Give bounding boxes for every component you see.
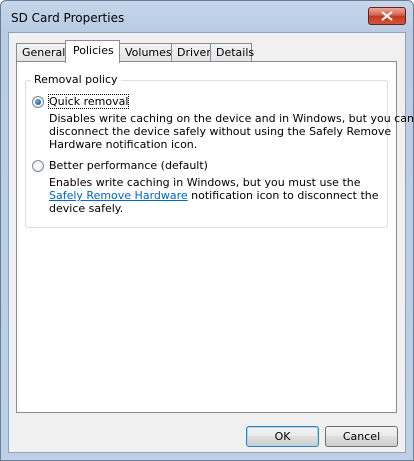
tab-label: Details bbox=[216, 46, 255, 59]
quick-removal-description: Disables write caching on the device and… bbox=[49, 112, 414, 151]
cancel-button[interactable]: Cancel bbox=[325, 426, 398, 447]
properties-window: SD Card Properties General Policies Volu… bbox=[0, 0, 414, 461]
window-title: SD Card Properties bbox=[11, 11, 125, 25]
description-line: disconnect the device safely without usi… bbox=[49, 125, 392, 138]
tab-label: Volumes bbox=[125, 46, 172, 59]
policies-tab-panel: Removal policy Quick removal Disables wr… bbox=[16, 61, 414, 413]
tab-strip: General Policies Volumes Driver Details bbox=[16, 40, 396, 63]
quick-removal-label[interactable]: Quick removal bbox=[47, 94, 130, 109]
tab-driver[interactable]: Driver bbox=[171, 43, 211, 62]
ok-button[interactable]: OK bbox=[246, 426, 319, 447]
better-performance-description: Enables write caching in Windows, but yo… bbox=[49, 176, 389, 215]
tab-details[interactable]: Details bbox=[210, 43, 255, 62]
title-bar[interactable]: SD Card Properties bbox=[1, 1, 413, 33]
description-line: Enables write caching in Windows, but yo… bbox=[49, 176, 361, 189]
description-line: Safely Remove Hardware notification icon… bbox=[49, 189, 389, 202]
dialog-client-area: General Policies Volumes Driver Details … bbox=[8, 32, 414, 453]
close-button[interactable] bbox=[368, 7, 406, 25]
tab-label: General bbox=[22, 46, 66, 59]
group-label: Removal policy bbox=[31, 73, 121, 86]
better-performance-label[interactable]: Better performance (default) bbox=[49, 159, 208, 172]
tab-general[interactable]: General bbox=[16, 43, 66, 62]
description-line: device safely. bbox=[49, 202, 124, 215]
tab-label: Policies bbox=[73, 44, 114, 57]
better-performance-radio[interactable] bbox=[32, 160, 44, 172]
description-line: Hardware notification icon. bbox=[49, 138, 198, 151]
tab-volumes[interactable]: Volumes bbox=[119, 43, 172, 62]
quick-removal-radio[interactable] bbox=[32, 96, 44, 108]
tab-policies[interactable]: Policies bbox=[65, 40, 120, 63]
safely-remove-hardware-link[interactable]: Safely Remove Hardware bbox=[49, 189, 188, 202]
description-text: notification icon to disconnect the bbox=[187, 189, 379, 202]
removal-policy-group: Removal policy Quick removal Disables wr… bbox=[25, 73, 414, 228]
description-line: Disables write caching on the device and… bbox=[49, 112, 414, 125]
tab-label: Driver bbox=[177, 46, 211, 59]
close-icon bbox=[381, 11, 393, 21]
